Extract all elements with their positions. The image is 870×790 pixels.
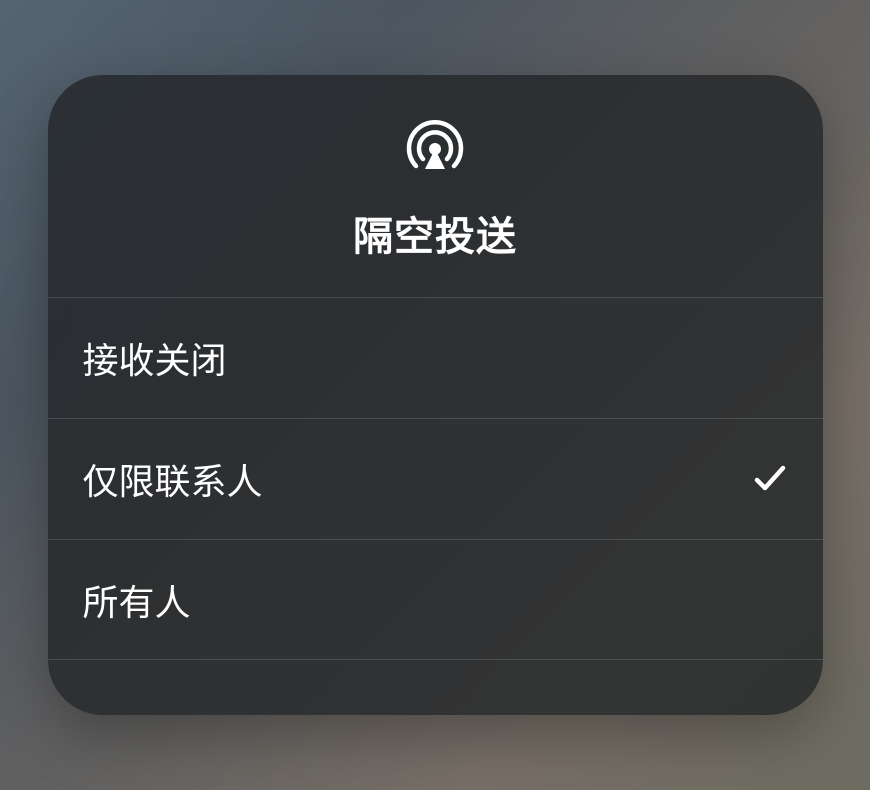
- option-label: 接收关闭: [83, 332, 227, 384]
- airdrop-modal: 隔空投送 接收关闭 仅限联系人 所有人: [48, 75, 823, 715]
- modal-title: 隔空投送: [353, 204, 517, 262]
- option-receiving-off[interactable]: 接收关闭: [48, 297, 823, 418]
- airdrop-icon: [403, 115, 467, 179]
- bottom-spacer: [48, 660, 823, 715]
- options-list: 接收关闭 仅限联系人 所有人: [48, 297, 823, 660]
- checkmark-icon: [752, 461, 788, 497]
- option-label: 所有人: [83, 574, 191, 626]
- option-label: 仅限联系人: [83, 453, 263, 505]
- modal-header: 隔空投送: [48, 75, 823, 297]
- option-contacts-only[interactable]: 仅限联系人: [48, 418, 823, 539]
- option-everyone[interactable]: 所有人: [48, 539, 823, 660]
